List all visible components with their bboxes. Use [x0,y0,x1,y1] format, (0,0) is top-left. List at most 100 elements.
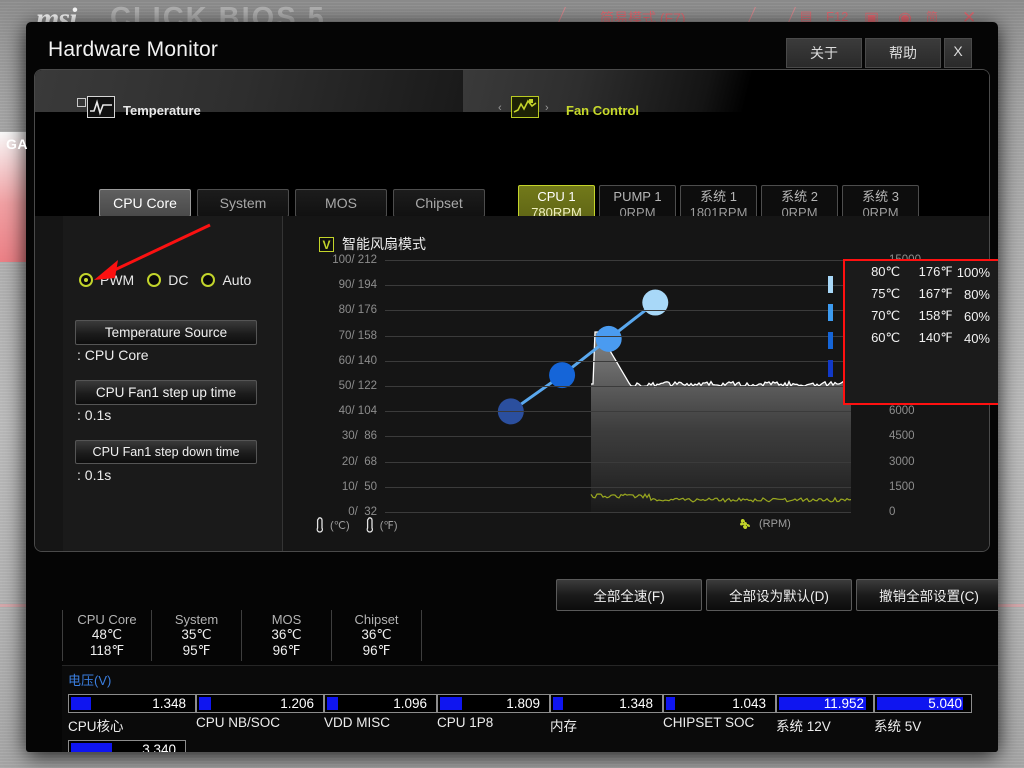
temperature-section-title: Temperature [123,103,201,118]
radio-pwm[interactable] [79,273,93,287]
voltage-item: 1.206CPU NB/SOC [196,694,324,735]
temp-fahrenheit: 96℉ [332,643,421,659]
graph-icon-svg [88,97,114,117]
temp-name: CPU Core [63,612,151,627]
table-row: 70℃ 158℉ 60% [845,305,998,327]
table-row: 80℃ 176℉ 100% [845,261,998,283]
chart-gridline [385,436,851,437]
voltage-value: 1.043 [732,696,766,711]
prev-arrow-icon[interactable]: ‹ [498,102,502,114]
voltage-row-2: 3.340System 3.3V [68,740,186,752]
fan-curve-control-point[interactable] [642,290,668,316]
ga-badge: GA [6,136,28,152]
y-axis-tick-right: 0 [889,506,895,518]
y-axis-tick-left: 40/ 104 [339,405,377,417]
tab-system[interactable]: System [197,189,289,217]
chart-gridline [385,386,851,387]
radio-dc[interactable] [147,273,161,287]
voltage-bar-fill [71,743,112,752]
voltage-section: 电压(V) 1.348CPU核心1.206CPU NB/SOC1.096VDD … [62,665,998,752]
fan-name: 系统 2 [781,189,818,204]
row-celsius: 75℃ [845,283,906,305]
header-sheen-right [463,70,990,112]
window-buttons: 关于 帮助 X [786,38,972,68]
temp-celsius: 35℃ [152,627,241,643]
table-row: 75℃ 167℉ 80% [845,283,998,305]
temp-celsius: 36℃ [332,627,421,643]
y-axis-tick-left: 60/ 140 [339,355,377,367]
temp-cell-system: System 35℃ 95℉ [152,610,242,661]
chart-gridline [385,285,851,286]
voltage-item: 11.952系统 12V [776,694,874,735]
temperature-readout-bar: CPU Core 48℃ 118℉ System 35℃ 95℉ MOS 36℃… [62,610,422,661]
fan-graph-icon-svg [512,97,538,117]
step-up-time-button[interactable]: CPU Fan1 step up time [75,380,257,405]
next-arrow-icon[interactable]: › [545,102,549,114]
chart-gridline [385,336,851,337]
smart-fan-mode-label: 智能风扇模式 [342,234,426,254]
voltage-value: 1.206 [280,696,314,711]
fan-curve-swatch [828,332,833,349]
voltage-value: 1.348 [619,696,653,711]
all-full-speed-button[interactable]: 全部全速(F) [556,579,702,611]
celsius-unit-label: (℃) [330,519,350,532]
fan-control-section-title: Fan Control [566,103,639,118]
temperature-source-value: : CPU Core [77,347,149,363]
voltage-bar-fill [440,697,462,710]
chart-gridline [385,462,851,463]
y-axis-tick-left: 100/ 212 [332,254,377,266]
y-axis-tick-left: 20/ 68 [342,456,377,468]
voltage-value: 3.340 [142,742,176,752]
step-up-time-value: : 0.1s [77,407,111,423]
temp-cell-mos: MOS 36℃ 96℉ [242,610,332,661]
voltage-label: 系统 5V [874,715,972,735]
page-title: Hardware Monitor [48,38,218,62]
tab-chipset[interactable]: Chipset [393,189,485,217]
fan-curve-swatch [828,360,833,377]
y-axis-tick-right: 3000 [889,456,915,468]
temp-cell-chipset: Chipset 36℃ 96℉ [332,610,422,661]
undo-all-button[interactable]: 撤销全部设置(C) [856,579,998,611]
radio-auto[interactable] [201,273,215,287]
expand-icon[interactable] [77,98,86,107]
voltage-item: 1.096VDD MISC [324,694,437,735]
fan-curve-control-point[interactable] [549,362,575,388]
all-default-button[interactable]: 全部设为默认(D) [706,579,852,611]
voltage-value: 5.040 [928,696,962,711]
chart-gridline [385,260,851,261]
voltage-item: 3.340System 3.3V [68,740,186,752]
voltage-label: VDD MISC [324,715,437,730]
temperature-source-button[interactable]: Temperature Source [75,320,257,345]
voltage-bar: 11.952 [776,694,874,713]
fan-name: PUMP 1 [613,189,661,204]
chart-plot-area[interactable]: 100/ 2121500090/ 1941350080/ 1761200070/… [385,260,851,512]
rpm-unit-label: (RPM) [759,518,791,530]
close-button[interactable]: X [944,38,972,68]
tab-mos[interactable]: MOS [295,189,387,217]
y-axis-tick-left: 50/ 122 [339,380,377,392]
voltage-value: 11.952 [824,696,864,711]
step-down-time-button[interactable]: CPU Fan1 step down time [75,440,257,464]
fan-curve-points-table: 80℃ 176℉ 100% 75℃ 167℉ 80% 70℃ 158℉ 60% … [843,259,998,405]
voltage-item: 1.043CHIPSET SOC [663,694,776,735]
temperature-tabs: CPU Core System MOS Chipset [99,189,485,217]
fan-curve-control-point[interactable] [596,326,622,352]
tab-cpu-core[interactable]: CPU Core [99,189,191,217]
row-duty: 60% [957,305,998,327]
y-axis-tick-left: 30/ 86 [342,430,377,442]
panel-header: Temperature CPU Core System MOS Chipset … [35,70,989,216]
smart-fan-mode-checkbox-row: V 智能风扇模式 [319,234,426,254]
temp-name: MOS [242,612,331,627]
radio-dc-label: DC [168,272,188,288]
about-button[interactable]: 关于 [786,38,862,68]
help-button[interactable]: 帮助 [865,38,941,68]
chart-gridline [385,310,851,311]
voltage-label: CPU核心 [68,715,196,735]
row-celsius: 70℃ [845,305,906,327]
smart-fan-mode-checkbox[interactable]: V [319,237,334,252]
fan-name: 系统 1 [700,189,737,204]
temp-fahrenheit: 96℉ [242,643,331,659]
fan-icon [737,516,753,532]
fan-curve-swatch [828,276,833,293]
temp-cell-cpu-core: CPU Core 48℃ 118℉ [62,610,152,661]
